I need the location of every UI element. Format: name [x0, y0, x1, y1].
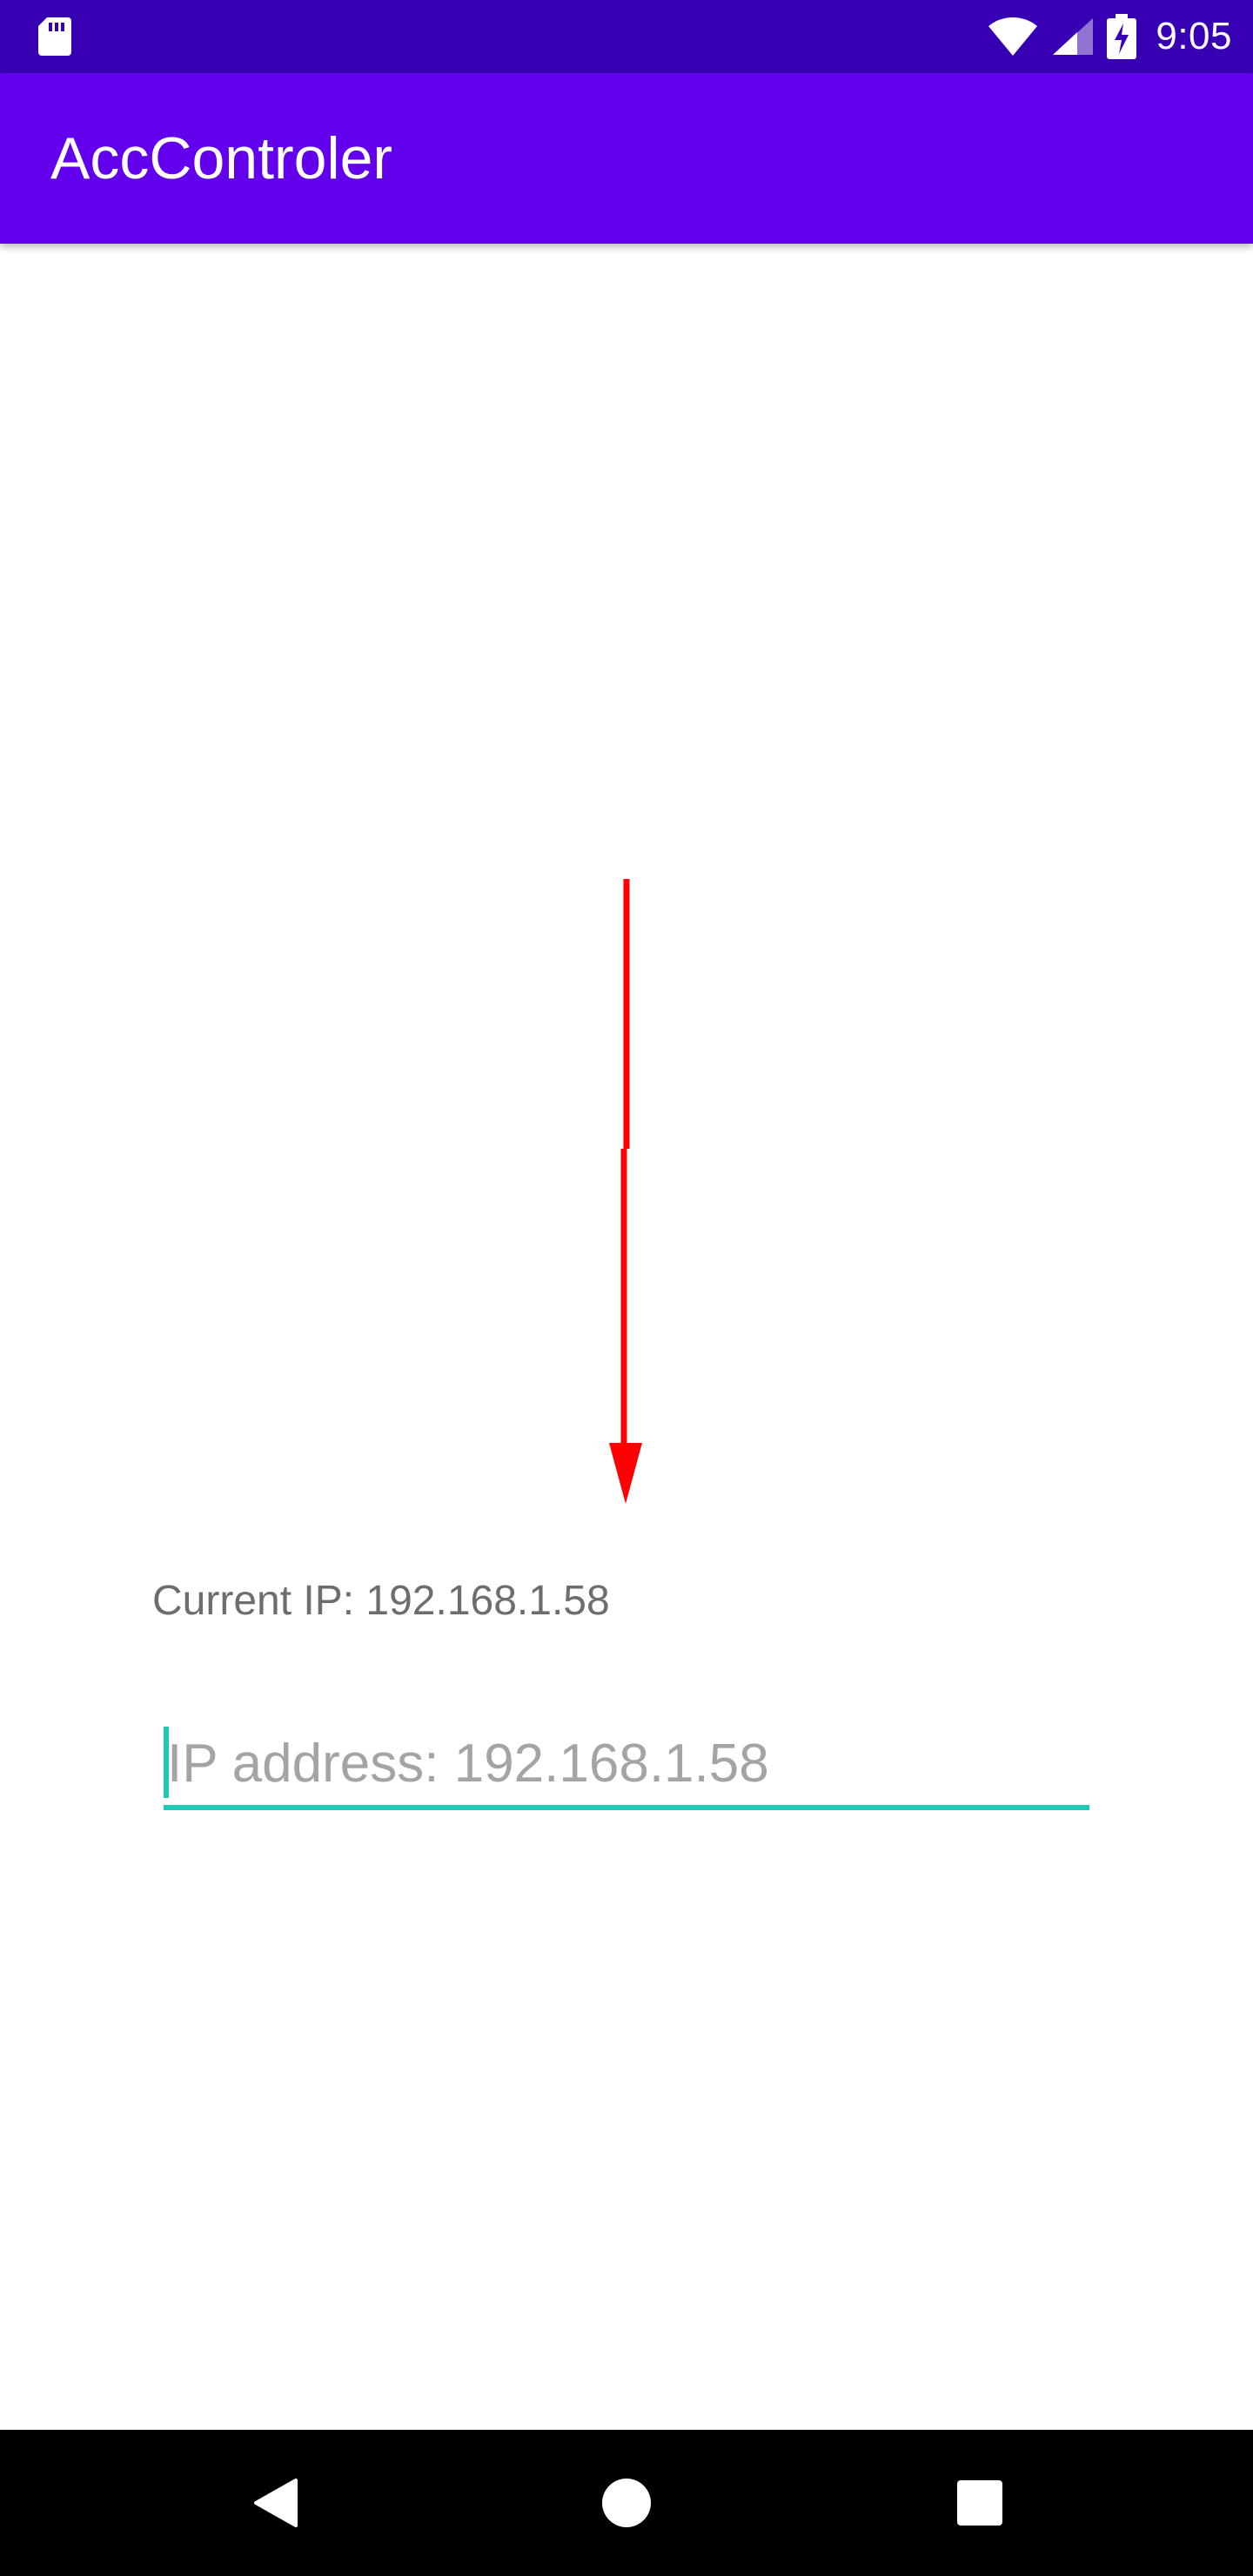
sd-card-icon: [38, 17, 71, 56]
battery-charging-icon: [1107, 14, 1137, 59]
back-button[interactable]: [205, 2430, 345, 2576]
recents-button[interactable]: [910, 2430, 1049, 2576]
input-underline: [164, 1805, 1089, 1810]
app-bar: AccControler: [0, 73, 1253, 244]
status-bar: 9:05: [0, 0, 1253, 73]
status-time: 9:05: [1156, 15, 1232, 57]
signal-icon: [1053, 18, 1094, 55]
current-ip-label: Current IP: 192.168.1.58: [152, 1578, 610, 1624]
home-icon: [602, 2479, 651, 2527]
wifi-icon: [988, 17, 1038, 57]
screen: 9:05 AccControler Current IP: 192.168.1.…: [0, 0, 1253, 2576]
navigation-bar: [0, 2430, 1253, 2576]
text-cursor: [164, 1727, 169, 1798]
recents-icon: [957, 2480, 1002, 2526]
ip-address-input[interactable]: [164, 1721, 1089, 1805]
app-title: AccControler: [50, 125, 393, 191]
ip-address-field[interactable]: [164, 1721, 1089, 1812]
arrow-down-icon: [609, 879, 642, 1504]
back-icon: [254, 2479, 298, 2527]
status-icons: 9:05: [987, 0, 1232, 73]
home-button[interactable]: [557, 2430, 696, 2576]
